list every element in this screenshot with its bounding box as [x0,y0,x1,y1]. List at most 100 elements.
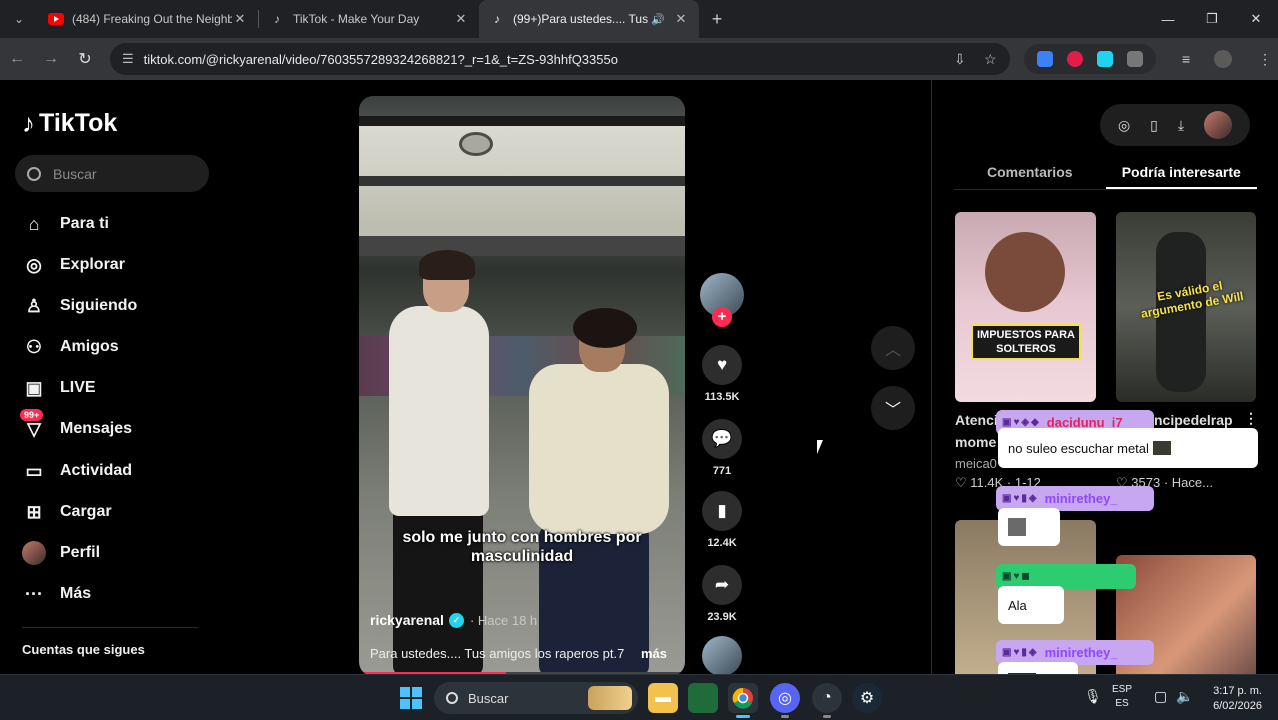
comment-count: 771 [712,465,732,477]
browser-tab-youtube[interactable]: (484) Freaking Out the Neighbo ✕ [38,0,258,38]
windows-taskbar: Buscar ▬ ◎ ◔ ⚙ 🎙 ESP ES ▢ 🔈 3:17 p. m. 6… [0,674,1278,720]
more-button[interactable]: más [641,646,667,661]
video-player[interactable]: solo me junto con hombres por masculinid… [359,96,685,674]
following-accounts-header: Cuentas que sigues [22,642,145,657]
tiktok-logo-icon: ♪ [22,108,35,138]
tab-title: (484) Freaking Out the Neighbo [72,12,232,26]
music-disc-action[interactable] [700,636,744,674]
follow-plus-icon[interactable]: + [712,307,732,327]
video-description: Para ustedes.... Tus amigos los raperos … [370,646,625,661]
tab-comentarios[interactable]: Comentarios [954,160,1106,189]
new-tab-button[interactable]: + [699,9,735,30]
rec-title[interactable]: Atenci [955,412,998,428]
chat-message: no suleo escuchar metal [998,428,1258,468]
nav-actividad[interactable]: ▭ Actividad [22,459,132,483]
back-icon[interactable]: ← [0,50,34,68]
nav-mas[interactable]: ··· Más [22,582,91,606]
nav-label: Perfil [60,544,101,561]
bookmark-star-icon[interactable]: ☆ [984,44,997,74]
forward-icon[interactable]: → [34,50,68,68]
speaker-icon[interactable]: 🔊 [651,13,665,26]
chat-username: minirethey_ [1044,491,1118,506]
tab-search-chevron-icon[interactable]: ⌄ [0,0,38,38]
recommended-video-thumb[interactable]: Es válido el argumento de Will [1116,212,1256,402]
chevron-up-icon[interactable]: ︿ [871,326,915,370]
nav-live[interactable]: ▣ LIVE [22,376,95,400]
author-avatar[interactable]: + [700,273,744,327]
tiktok-logo[interactable]: ♪ TikTok [22,108,117,139]
nav-siguiendo[interactable]: ♙ Siguiendo [22,294,137,318]
logo-text: TikTok [39,109,118,137]
chevron-down-icon[interactable]: ﹀ [871,386,915,430]
clock-date: 6/02/2026 [1213,700,1262,712]
system-clock[interactable]: 3:17 p. m. 6/02/2026 [1213,684,1262,714]
close-tab-icon[interactable]: ✕ [232,11,248,27]
network-icon[interactable]: ▢ [1154,689,1167,703]
close-window-icon[interactable]: ✕ [1234,0,1278,38]
menu-dots-icon[interactable]: ⋮ [1258,44,1272,74]
install-app-icon[interactable]: ⇩ [954,44,966,74]
video-author[interactable]: rickyarenal ✓ · Hace 18 h [370,612,537,628]
recommended-video-thumb[interactable]: IMPUESTOS PARA SOLTEROS [955,212,1096,402]
author-username[interactable]: rickyarenal [370,612,444,628]
close-tab-icon[interactable]: ✕ [453,11,469,27]
more-options-icon[interactable]: ⋮ [1244,410,1258,427]
mouse-cursor-icon [817,440,823,454]
site-info-icon[interactable]: ☰ [122,51,134,67]
compass-icon[interactable]: ◎ [1118,117,1130,134]
author-avatar-action[interactable]: + [700,273,744,327]
media-control-icon[interactable]: ≡ [1182,44,1190,74]
extension-icon[interactable] [1097,51,1113,67]
reload-icon[interactable]: ↻ [68,49,102,69]
browser-tab-tiktok[interactable]: ♪ TikTok - Make Your Day ✕ [259,0,479,38]
like-action[interactable]: ♥ 113.5K [700,345,744,403]
compass-icon: ◎ [26,254,42,275]
close-tab-icon[interactable]: ✕ [673,11,689,27]
app-icon[interactable]: ◔ [812,683,842,718]
more-icon: ··· [25,583,43,604]
browser-tab-active[interactable]: ♪ (99+)Para ustedes.... Tus am 🔊 ✕ [479,0,699,38]
nav-mensajes[interactable]: ▽ 99+ Mensajes [20,409,132,441]
tab-podria-interesarte[interactable]: Podría interesarte [1105,160,1257,189]
following-icon: ♙ [25,295,43,316]
maximize-icon[interactable]: ❐ [1190,0,1234,38]
comment-action[interactable]: 💬 771 [700,419,744,477]
minecraft-icon[interactable] [688,683,718,713]
file-explorer-icon[interactable]: ▬ [648,683,678,713]
save-action[interactable]: ▮ 12.4K [700,491,744,549]
user-avatar[interactable] [1203,111,1232,139]
rec-title[interactable]: ncipedelrap [1154,412,1233,428]
download-icon[interactable]: ⤓ [1178,117,1184,134]
rec-author[interactable]: meica0 [955,456,997,471]
microphone-icon[interactable]: 🎙 [1084,689,1102,703]
steam-icon[interactable]: ⚙ [852,683,882,713]
nav-explorar[interactable]: ◎ Explorar [22,253,125,277]
profile-avatar[interactable] [1214,50,1232,68]
comment-icon[interactable]: 💬 [702,419,742,459]
puzzle-icon[interactable] [1127,51,1143,67]
language-indicator[interactable]: ESP ES [1112,683,1132,711]
nav-para-ti[interactable]: ⌂ Para ti [22,212,109,236]
nav-cargar[interactable]: ⊞ Cargar [22,500,111,524]
taskbar-search[interactable]: Buscar [434,682,638,714]
nav-amigos[interactable]: ⚇ Amigos [22,335,119,359]
device-icon[interactable]: ▯ [1150,117,1158,134]
search-input[interactable]: Buscar [15,155,209,192]
nav-label: Amigos [60,338,119,355]
chrome-icon[interactable] [728,683,758,718]
bookmark-icon[interactable]: ▮ [702,491,742,531]
volume-icon[interactable]: 🔈 [1176,689,1193,703]
minimize-icon[interactable]: — [1146,0,1190,38]
url-bar[interactable]: ☰ tiktok.com/@rickyarenal/video/76035572… [110,43,1010,75]
rec-title-line2[interactable]: mome [955,434,996,450]
extension-icon[interactable] [1037,51,1053,67]
share-icon[interactable]: ➦ [702,565,742,605]
nav-perfil[interactable]: Perfil [22,541,100,565]
heart-icon[interactable]: ♥ [702,345,742,385]
share-action[interactable]: ➦ 23.9K [700,565,744,623]
nav-label: Siguiendo [60,297,138,314]
music-disc-icon[interactable] [702,636,742,674]
windows-start-icon[interactable] [400,687,422,709]
discord-icon[interactable]: ◎ [770,683,800,718]
extension-icon[interactable] [1067,51,1083,67]
